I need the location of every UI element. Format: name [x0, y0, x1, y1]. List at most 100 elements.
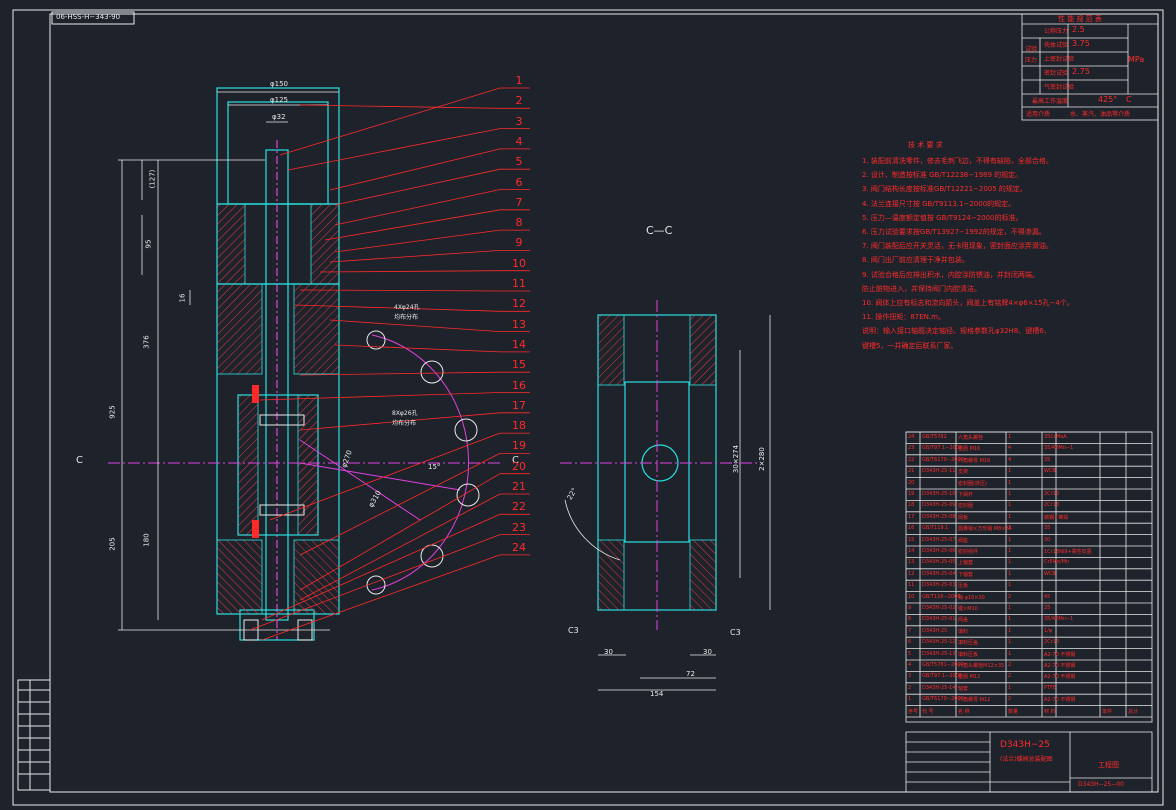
bom-cell: D343H-25-14: [922, 684, 956, 691]
tech-req-item: 5. 压力—温度额定值按 GB/T9124−2000的标准。: [862, 213, 1023, 222]
bom-cell: D343H-25-10: [922, 491, 956, 497]
bom-cell: 2Cr13: [1044, 639, 1060, 646]
bom-cell: 上轴套: [958, 560, 974, 567]
bom-cell: 填料: [958, 628, 969, 635]
bom-cell: D343H-25-06: [922, 548, 956, 554]
bom-cell: D343H-25-09: [922, 502, 956, 509]
bom-cell: A2-70 不锈钢: [1044, 651, 1076, 658]
bom-cell: 1: [908, 696, 912, 703]
bom-cell: 六角螺母 M16: [958, 457, 991, 464]
title-org: 工程图: [1098, 761, 1119, 769]
bom-cell: 密封圈: [958, 503, 974, 510]
bom-cell: 密封组件: [958, 549, 979, 555]
balloon-leader-5: [334, 168, 501, 206]
bom-cell: GB/T119.1: [922, 525, 949, 532]
bom-header-cell: 名 称: [958, 708, 970, 715]
bom-cell: 11: [908, 582, 915, 589]
perf-table-title: 性 能 规 范 表: [1058, 15, 1102, 23]
bom-header-cell: 单件: [1102, 708, 1113, 715]
balloon-leader-9: [329, 250, 501, 263]
bom-cell: 销 φ10×30: [958, 594, 985, 601]
bom-cell: 键×M10: [958, 606, 978, 612]
perf-table-medium-value: 水、蒸汽、油品等介质: [1070, 111, 1131, 118]
perf-row-label: 公称压力: [1044, 28, 1069, 35]
dim-925: 925: [108, 405, 117, 419]
dim-95: 95: [144, 239, 153, 249]
bom-cell: 阀盖: [958, 617, 969, 624]
tech-req-item: 防止脏物进入，并保持阀门内腔清洁。: [862, 284, 981, 293]
balloon-20: 20: [512, 459, 526, 473]
bom-cell: 18: [908, 502, 915, 509]
balloon-12: 12: [512, 297, 526, 311]
left-side-strip: [17, 679, 51, 791]
bom-cell: 1: [1008, 582, 1012, 589]
bom-cell: 7: [908, 627, 912, 634]
bom-cell: 16: [908, 525, 915, 532]
bom-cell: 铸钢+堆焊: [1044, 514, 1069, 521]
balloon-18: 18: [512, 419, 526, 433]
bom-cell: D343H-25-02: [922, 605, 956, 611]
balloon-17: 17: [512, 398, 526, 412]
bom-cell: 1/φ: [1044, 627, 1053, 634]
balloon-8: 8: [515, 216, 523, 230]
balloon-leader-13: [329, 319, 501, 332]
balloon-5: 5: [515, 155, 523, 169]
bom-header-cell: 材 料: [1044, 708, 1056, 715]
bom-cell: 8: [908, 616, 912, 623]
balloon-leader-4: [329, 148, 501, 191]
bom-cell: D343H-25-11: [922, 468, 956, 475]
dim-30x274: 30×274: [732, 444, 741, 474]
bom-cell: 35: [1044, 456, 1051, 463]
title-model: D343H−25: [1000, 740, 1050, 750]
balloon-2: 2: [515, 94, 523, 108]
bom-cell: GB/T97.1−2002: [922, 673, 963, 680]
bom-cell: 4: [1008, 445, 1012, 452]
perf-row-label: 壳体试验: [1044, 42, 1069, 49]
cad-drawing: [12, 9, 1164, 806]
dim-30-right: 30: [703, 648, 712, 656]
dim-180: 180: [142, 533, 151, 547]
dim-c3-right: C3: [730, 628, 741, 637]
balloon-10: 10: [512, 256, 526, 270]
bom-cell: 4: [908, 662, 912, 668]
bom-cell: 21: [908, 468, 915, 475]
balloon-leader-2: [299, 104, 501, 109]
bom-cell: 30: [1044, 536, 1051, 543]
tech-req-item: 1. 装配前清洗零件，修去毛刺飞边，不得有缺陷，全部合格。: [862, 157, 1053, 165]
balloon-16: 16: [512, 378, 526, 392]
bom-cell: 轴套: [958, 685, 969, 692]
bom-cell: 23: [908, 445, 915, 452]
note-8x-b: 均布分布: [392, 420, 417, 427]
bom-cell: GB/T116−2000: [922, 593, 961, 600]
perf-table-medium-label: 适用介质: [1026, 111, 1051, 118]
dim-72: 72: [686, 670, 695, 678]
bom-cell: 45: [1044, 593, 1051, 600]
section-marker-left: C: [76, 455, 83, 466]
balloon-13: 13: [512, 317, 526, 331]
bom-cell: 1: [1008, 605, 1012, 611]
bom-cell: D343H-25-12: [922, 639, 956, 646]
balloon-4: 4: [515, 134, 523, 148]
bom-cell: 六角头螺栓: [958, 435, 984, 441]
bom-cell: 6: [908, 639, 912, 646]
bom-cell: 17: [908, 513, 915, 520]
tech-req-item: 4. 法兰连接尺寸按 GB/T9113.1−2000的规定。: [862, 199, 1016, 208]
perf-table-temp-unit: C: [1126, 95, 1132, 104]
perf-row-value: 3.75: [1072, 39, 1090, 48]
bom-cell: 2Cr13: [1044, 491, 1060, 497]
bom-cell: PTFE: [1044, 684, 1057, 691]
bom-cell: 1: [1008, 513, 1012, 520]
perf-row-value: 2.75: [1072, 67, 1090, 76]
bom-cell: WCB: [1044, 468, 1056, 475]
bom-cell: 2: [1008, 525, 1012, 532]
bom-cell: 六角螺母 M12: [958, 697, 991, 704]
bom-cell: 填料压盖: [958, 640, 979, 647]
bom-cell: A2-70 不锈钢: [1044, 674, 1076, 681]
bom-cell: 3: [908, 673, 912, 680]
bom-cell: Cr5Mo/Mn: [1044, 559, 1070, 566]
perf-table-unit: MPa: [1128, 55, 1145, 64]
tech-req-item: 3. 阀门结构长度按标准GB/T12221−2005 的规定。: [862, 185, 1027, 194]
balloon-21: 21: [512, 480, 526, 493]
balloon-7: 7: [515, 195, 523, 209]
drawing-code-top: 06-HSS-H−343-90: [56, 13, 121, 21]
